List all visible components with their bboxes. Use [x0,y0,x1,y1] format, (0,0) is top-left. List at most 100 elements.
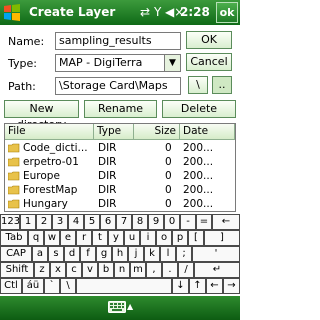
key-slash[interactable]: / [178,262,194,278]
signal-arrows-icon[interactable]: ⇄ [140,5,150,19]
key-arrow-down[interactable]: ↓ [172,278,189,294]
key-space[interactable] [76,278,172,294]
rename-button[interactable]: Rename [84,100,157,118]
antenna-icon[interactable]: Y [154,5,161,19]
key-5[interactable]: 5 [84,214,100,230]
key-x[interactable]: x [50,262,66,278]
key-9[interactable]: 9 [148,214,164,230]
key-period[interactable]: . [162,262,178,278]
list-item[interactable]: Hungary DIR 0 200... [5,197,235,211]
key-w[interactable]: w [44,230,60,246]
ok-title-button[interactable]: ok [216,2,238,23]
key-shift[interactable]: Shift [0,262,34,278]
type-select[interactable]: MAP - DigiTerra ▼ [55,54,181,72]
key-right-bracket[interactable]: ] [204,230,240,246]
path-label: Path: [8,80,36,93]
key-tab[interactable]: Tab [0,230,28,246]
key-4[interactable]: 4 [68,214,84,230]
ok-button[interactable]: OK [186,31,232,49]
key-7[interactable]: 7 [116,214,132,230]
new-directory-button[interactable]: New directory [4,100,79,131]
key-arrow-right[interactable]: → [223,278,240,294]
root-dir-button[interactable]: \ [188,76,208,94]
key-backslash[interactable]: \ [60,278,76,294]
folder-icon [8,185,20,195]
file-type: DIR [98,142,117,154]
key-g[interactable]: g [96,246,112,262]
key-d[interactable]: d [64,246,80,262]
key-arrow-left[interactable]: ← [206,278,223,294]
key-0[interactable]: 0 [164,214,180,230]
key-1[interactable]: 1 [20,214,36,230]
key-s[interactable]: s [48,246,64,262]
column-header-type[interactable]: Type [94,124,134,140]
file-type: DIR [98,156,117,168]
key-v[interactable]: v [82,262,98,278]
type-select-value: MAP - DigiTerra [59,56,143,69]
key-y[interactable]: y [108,230,124,246]
key-semicolon[interactable]: ; [176,246,192,262]
file-date: 200... [183,184,214,196]
key-2[interactable]: 2 [36,214,52,230]
key-comma[interactable]: , [146,262,162,278]
key-3[interactable]: 3 [52,214,68,230]
key-c[interactable]: c [66,262,82,278]
name-input[interactable]: sampling_results [55,32,181,50]
file-size: 0 [165,156,172,168]
key-e[interactable]: e [60,230,76,246]
key-z[interactable]: z [34,262,50,278]
windows-start-icon[interactable] [2,3,22,22]
keyboard-icon[interactable] [108,301,126,313]
key-enter[interactable]: ↵ [194,262,240,278]
list-item[interactable]: Code_dicti... DIR 0 200... [5,141,235,155]
key-arrow-up[interactable]: ↑ [189,278,206,294]
key-q[interactable]: q [28,230,44,246]
input-menu-arrow-icon[interactable]: ▲ [127,302,133,311]
key-apostrophe[interactable]: ' [192,246,240,262]
delete-button[interactable]: Delete [162,100,236,118]
file-type: DIR [98,198,117,210]
key-i[interactable]: i [140,230,156,246]
key-backspace[interactable]: ← [212,214,240,230]
key-k[interactable]: k [144,246,160,262]
key-a[interactable]: a [32,246,48,262]
key-equals[interactable]: = [196,214,212,230]
key-l[interactable]: l [160,246,176,262]
key-caps[interactable]: CAP [0,246,32,262]
key-ctrl[interactable]: Ctl [0,278,22,294]
list-item[interactable]: Europe DIR 0 200... [5,169,235,183]
key-u[interactable]: u [124,230,140,246]
key-f[interactable]: f [80,246,96,262]
key-8[interactable]: 8 [132,214,148,230]
key-minus[interactable]: - [180,214,196,230]
chevron-down-icon[interactable]: ▼ [164,55,180,71]
key-j[interactable]: j [128,246,144,262]
key-6[interactable]: 6 [100,214,116,230]
file-name: ForestMap [23,184,78,196]
path-field[interactable]: \Storage Card\Maps [55,77,181,95]
key-r[interactable]: r [76,230,92,246]
column-header-file[interactable]: File [5,124,94,140]
cancel-button[interactable]: Cancel [186,53,232,71]
key-h[interactable]: h [112,246,128,262]
key-p[interactable]: p [172,230,188,246]
file-size: 0 [165,142,172,154]
key-n[interactable]: n [114,262,130,278]
key-backtick[interactable]: ` [44,278,60,294]
clock[interactable]: 2:28 [180,5,210,19]
column-header-date[interactable]: Date [180,124,235,140]
file-date: 200... [183,142,214,154]
key-t[interactable]: t [92,230,108,246]
key-123[interactable]: 123 [0,214,20,230]
parent-dir-button[interactable]: .. [212,76,232,94]
column-header-size[interactable]: Size [134,124,180,140]
key-o[interactable]: o [156,230,172,246]
key-b[interactable]: b [98,262,114,278]
key-left-bracket[interactable]: [ [188,230,204,246]
type-label: Type: [8,57,37,70]
file-list[interactable]: File Type Size Date Code_dicti... DIR 0 … [4,123,236,212]
key-m[interactable]: m [130,262,146,278]
list-item[interactable]: ForestMap DIR 0 200... [5,183,235,197]
list-item[interactable]: erpetro-01 DIR 0 200... [5,155,235,169]
key-intl[interactable]: áü [22,278,44,294]
